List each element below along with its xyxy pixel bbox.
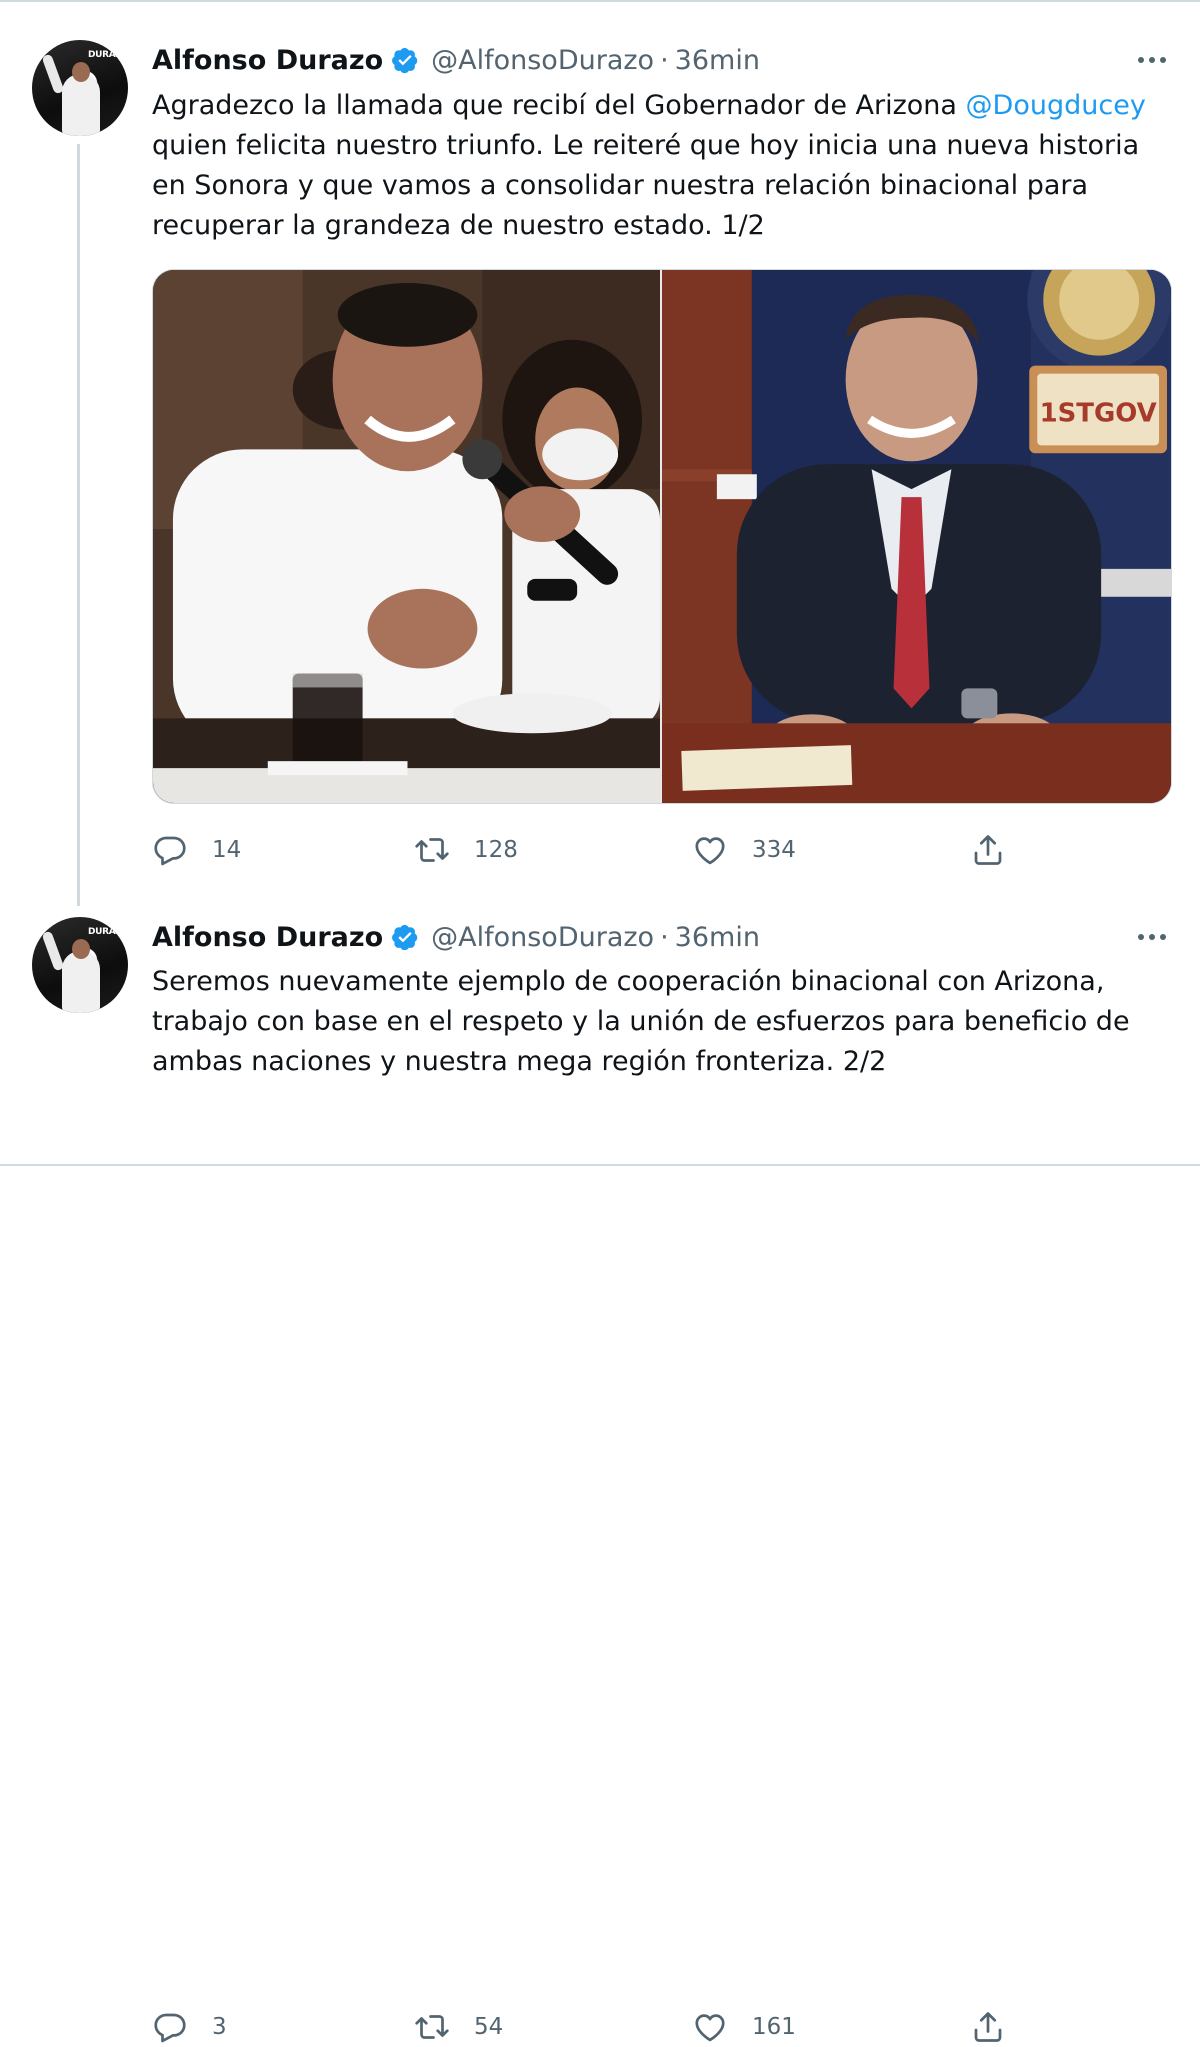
tweet-text: Agradezco la llamada que recibí del Gobe… bbox=[152, 86, 1172, 246]
tweet-header: Alfonso Durazo @AlfonsoDurazo · 36min bbox=[152, 917, 760, 957]
share-button[interactable] bbox=[970, 2009, 1006, 2045]
reply-icon bbox=[154, 836, 186, 866]
avatar-figure bbox=[62, 74, 100, 136]
tweet-text-part: Agradezco la llamada que recibí del Gobe… bbox=[152, 90, 966, 121]
like-count: 334 bbox=[752, 837, 796, 863]
media-photo-left[interactable] bbox=[153, 270, 660, 803]
tweet-media[interactable]: 1STGOV bbox=[152, 269, 1172, 804]
avatar-figure bbox=[62, 951, 100, 1013]
retweet-icon bbox=[415, 2015, 449, 2039]
avatar-logo-text: DURAZO bbox=[88, 927, 128, 937]
avatar-arm bbox=[41, 53, 65, 95]
tweet-timestamp[interactable]: 36min bbox=[675, 45, 760, 76]
license-plate-text: 1STGOV bbox=[1040, 398, 1157, 428]
mention-link[interactable]: @Dougducey bbox=[966, 90, 1146, 121]
share-icon bbox=[974, 835, 1002, 865]
verified-badge-icon bbox=[392, 47, 418, 74]
retweet-button[interactable]: 128 bbox=[414, 832, 692, 868]
reply-count: 3 bbox=[212, 2014, 227, 2040]
author-name[interactable]: Alfonso Durazo bbox=[152, 922, 383, 953]
verified-badge-icon bbox=[392, 924, 418, 951]
reply-icon bbox=[154, 2013, 186, 2043]
tweet-timestamp[interactable]: 36min bbox=[675, 922, 760, 953]
tweet-header: Alfonso Durazo @AlfonsoDurazo · 36min bbox=[152, 40, 760, 80]
like-button[interactable]: 334 bbox=[692, 832, 970, 868]
author-handle[interactable]: @AlfonsoDurazo bbox=[431, 45, 654, 76]
retweet-icon bbox=[415, 838, 449, 862]
photo-right-illustration: 1STGOV bbox=[662, 270, 1171, 803]
share-button[interactable] bbox=[970, 832, 1006, 868]
header-separator: · bbox=[660, 44, 669, 76]
like-button[interactable]: 161 bbox=[692, 2009, 970, 2045]
tweet-1[interactable]: DURAZO Alfonso Durazo @AlfonsoDurazo · 3… bbox=[0, 2, 1200, 902]
author-name[interactable]: Alfonso Durazo bbox=[152, 45, 383, 76]
reply-button[interactable]: 14 bbox=[152, 832, 414, 868]
header-separator: · bbox=[660, 921, 669, 953]
more-options-icon[interactable] bbox=[1132, 917, 1172, 957]
tweet-actions: 14 128 334 bbox=[152, 830, 1032, 870]
retweet-button[interactable]: 54 bbox=[414, 2009, 692, 2045]
like-icon bbox=[695, 2014, 725, 2042]
like-count: 161 bbox=[752, 2014, 796, 2040]
retweet-count: 128 bbox=[474, 837, 518, 863]
reply-button[interactable]: 3 bbox=[152, 2009, 414, 2045]
reply-count: 14 bbox=[212, 837, 242, 863]
author-handle[interactable]: @AlfonsoDurazo bbox=[431, 922, 654, 953]
media-photo-right[interactable]: 1STGOV bbox=[662, 270, 1171, 803]
retweet-count: 54 bbox=[474, 2014, 504, 2040]
share-icon bbox=[974, 2012, 1002, 2042]
avatar-arm bbox=[41, 930, 65, 972]
author-avatar[interactable]: DURAZO bbox=[32, 40, 128, 136]
like-icon bbox=[695, 837, 725, 865]
avatar-head bbox=[72, 62, 90, 82]
avatar-head bbox=[72, 939, 90, 959]
author-avatar[interactable]: DURAZO bbox=[32, 917, 128, 1013]
more-options-icon[interactable] bbox=[1132, 40, 1172, 80]
timeline-frame: DURAZO Alfonso Durazo @AlfonsoDurazo · 3… bbox=[0, 0, 1200, 2043]
avatar-logo-text: DURAZO bbox=[88, 50, 128, 60]
tweet-text: Seremos nuevamente ejemplo de cooperació… bbox=[152, 966, 1130, 1077]
tweet-actions: 3 54 161 bbox=[152, 2007, 1032, 2047]
photo-left-illustration bbox=[153, 270, 660, 803]
tweet-text-part: quien felicita nuestro triunfo. Le reite… bbox=[152, 130, 1140, 241]
tweet-2[interactable]: DURAZO Alfonso Durazo @AlfonsoDurazo · 3… bbox=[0, 902, 1200, 2043]
